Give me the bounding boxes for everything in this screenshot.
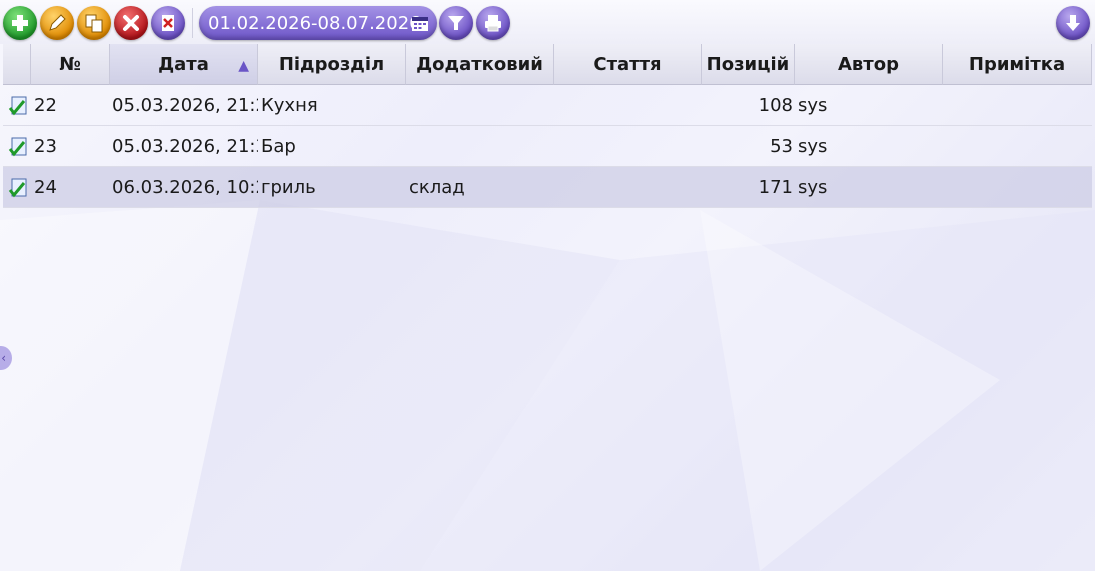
x-icon [123, 15, 139, 31]
pencil-icon [49, 14, 66, 31]
cell-num: 22 [34, 95, 57, 116]
posted-document-icon [8, 137, 27, 157]
cell-note [946, 167, 1089, 208]
filter-button[interactable] [439, 6, 473, 40]
posted-document-icon [8, 178, 27, 198]
delete-button[interactable] [114, 6, 148, 40]
header-icon-column [3, 44, 31, 85]
header-author[interactable]: Автор [795, 44, 943, 85]
unpost-button[interactable] [151, 6, 185, 40]
copy-icon [85, 14, 103, 33]
cell-num: 23 [34, 136, 57, 157]
download-button[interactable] [1056, 6, 1090, 40]
cell-date: 05.03.2026, 21:34 [112, 136, 258, 157]
cell-positions: 171 [758, 177, 793, 198]
cell-note [946, 126, 1089, 167]
copy-button[interactable] [77, 6, 111, 40]
edit-button[interactable] [40, 6, 74, 40]
print-button[interactable] [476, 6, 510, 40]
header-article[interactable]: Стаття [554, 44, 702, 85]
sort-ascending-icon: ▲ [238, 58, 249, 74]
cell-additional [409, 85, 552, 126]
cell-article [557, 126, 700, 167]
cell-positions: 53 [770, 136, 793, 157]
cell-article [557, 167, 700, 208]
header-note[interactable]: Примітка [943, 44, 1092, 85]
printer-icon [485, 15, 501, 32]
plus-icon [12, 15, 28, 31]
cell-article [557, 85, 700, 126]
add-button[interactable] [3, 6, 37, 40]
funnel-icon [448, 16, 464, 30]
header-positions[interactable]: Позицій [702, 44, 795, 85]
cell-division: гриль [261, 177, 316, 198]
table-row[interactable]: 24 06.03.2026, 10:21гриль склад 171sys [3, 167, 1092, 208]
cell-division: Кухня [261, 95, 318, 116]
toolbar-separator [192, 8, 193, 38]
cell-date: 05.03.2026, 21:25 [112, 95, 258, 116]
calendar-icon[interactable] [411, 14, 429, 32]
cell-positions: 108 [758, 95, 793, 116]
cell-note [946, 85, 1089, 126]
cell-division: Бар [261, 136, 296, 157]
posted-document-icon [8, 96, 27, 116]
header-date[interactable]: Дата ▲ [110, 44, 258, 85]
cell-additional [409, 126, 552, 167]
date-range-text: 01.02.2026-08.07.2026 [208, 12, 421, 34]
side-panel-toggle[interactable]: ‹ [0, 346, 12, 370]
header-division[interactable]: Підрозділ [258, 44, 406, 85]
header-num[interactable]: № [31, 44, 110, 85]
toolbar: 01.02.2026-08.07.2026 [0, 0, 1095, 44]
table-row[interactable]: 23 05.03.2026, 21:34Бар 53sys [3, 126, 1092, 167]
cell-author: sys [798, 95, 828, 116]
date-range-selector[interactable]: 01.02.2026-08.07.2026 [199, 6, 437, 40]
document-cancel-icon [162, 15, 174, 31]
cell-num: 24 [34, 177, 57, 198]
cell-additional: склад [409, 177, 465, 198]
cell-author: sys [798, 136, 828, 157]
cell-date: 06.03.2026, 10:21 [112, 177, 258, 198]
header-additional[interactable]: Додатковий [406, 44, 554, 85]
cell-author: sys [798, 177, 828, 198]
header-date-label: Дата [158, 53, 209, 75]
table-row[interactable]: 22 05.03.2026, 21:25Кухня 108sys [3, 85, 1092, 126]
arrow-down-icon [1066, 15, 1080, 31]
